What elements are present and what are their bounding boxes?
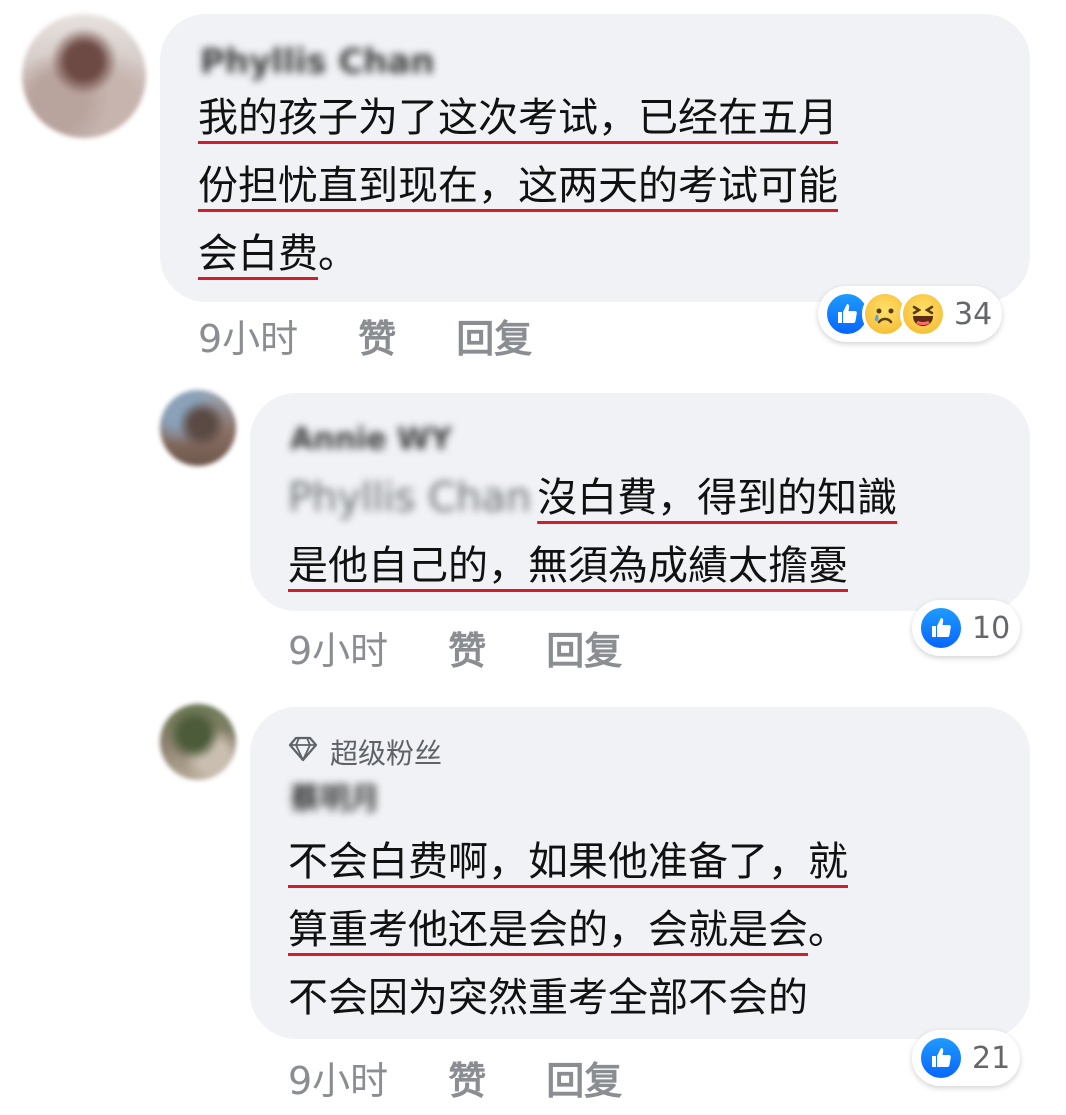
like-button[interactable]: 赞: [448, 629, 486, 673]
like-icon: [918, 605, 964, 651]
comment-text-line: 不会白费啊，如果他准备了，就: [288, 839, 848, 885]
reaction-summary[interactable]: 10: [912, 600, 1021, 656]
comment-time[interactable]: 9小时: [288, 629, 388, 673]
reaction-count: 34: [954, 296, 993, 332]
like-button[interactable]: 赞: [448, 1059, 486, 1103]
reply-button[interactable]: 回复: [546, 1059, 622, 1103]
comment-text-line: 是他自己的，無須為成績太擔憂: [288, 543, 848, 589]
reaction-summary[interactable]: 21: [912, 1030, 1021, 1086]
top-fan-badge: 超级粉丝: [288, 732, 442, 772]
avatar[interactable]: [22, 14, 146, 138]
reaction-summary[interactable]: 34: [818, 286, 1003, 342]
comment-meta: 9小时 赞 回复: [288, 620, 682, 675]
comment-text-line: 我的孩子为了这次考试，已经在五月: [198, 95, 838, 141]
avatar[interactable]: [160, 390, 236, 466]
comment-time[interactable]: 9小时: [198, 317, 298, 361]
like-icon: [918, 1035, 964, 1081]
comment-text: 我的孩子为了这次考试，已经在五月 份担忧直到现在，这两天的考试可能 会白费。: [198, 84, 838, 288]
reaction-count: 21: [972, 1040, 1011, 1076]
comment-text-tail: 。: [808, 907, 848, 953]
mention-link[interactable]: Phyllis Chan: [288, 464, 531, 532]
comment-text: 不会白费啊，如果他准备了，就 算重考他还是会的，会就是会。 不会因为突然重考全部…: [288, 828, 848, 1032]
comment-meta: 9小时 赞 回复: [198, 308, 592, 363]
comment-text: Phyllis Chan 沒白費，得到的知識 是他自己的，無須為成績太擔憂: [288, 464, 897, 600]
avatar[interactable]: [160, 704, 236, 780]
comment-author-name[interactable]: Annie WY: [290, 420, 452, 460]
like-button[interactable]: 赞: [358, 317, 396, 361]
comment-author-name[interactable]: 蔡明月: [290, 780, 380, 820]
laugh-face-icon: [900, 291, 946, 337]
comment-time[interactable]: 9小时: [288, 1059, 388, 1103]
badge-label: 超级粉丝: [330, 737, 443, 770]
reply-button[interactable]: 回复: [456, 317, 532, 361]
comment-author-name[interactable]: Phyllis Chan: [200, 42, 435, 82]
comment-text-line: 算重考他还是会的，会就是会: [288, 907, 808, 953]
comment-meta: 9小时 赞 回复: [288, 1050, 682, 1105]
reply-button[interactable]: 回复: [546, 629, 622, 673]
diamond-icon: [288, 736, 318, 769]
comment-text-tail: 。: [318, 231, 358, 277]
reaction-count: 10: [972, 610, 1011, 646]
comment-text-line: 份担忧直到现在，这两天的考试可能: [198, 163, 838, 209]
comment-text-line: 会白费: [198, 231, 318, 277]
comment-text-line: 不会因为突然重考全部不会的: [288, 975, 808, 1021]
comment-text-line: 沒白費，得到的知識: [537, 475, 898, 521]
